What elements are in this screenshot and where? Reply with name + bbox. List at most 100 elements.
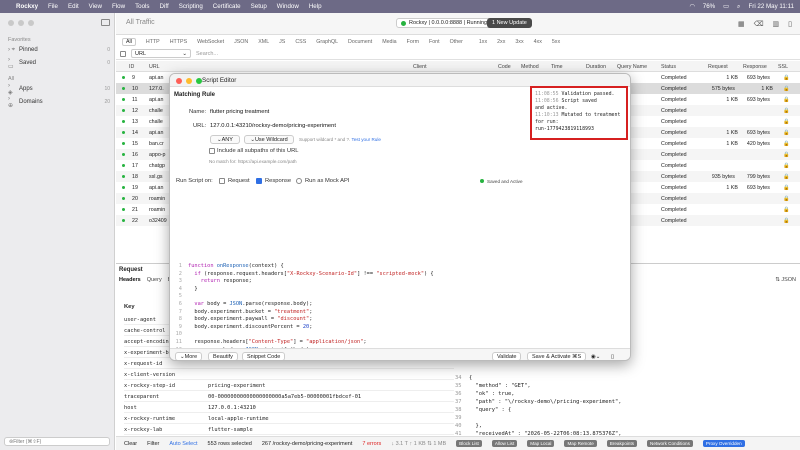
console-toggle-icon[interactable]: ▯ xyxy=(607,352,618,360)
sidebar-item-saved[interactable]: › ▭ Saved 0 xyxy=(8,57,110,70)
network-conditions-pill[interactable]: Network Conditions xyxy=(647,440,693,447)
filter-graphql[interactable]: GraphQL xyxy=(316,39,338,45)
minimize-button[interactable] xyxy=(18,20,24,26)
mock-api-radio[interactable] xyxy=(296,178,302,184)
spotlight-icon[interactable]: ⌕ xyxy=(737,3,740,11)
beautify-button[interactable]: Beautify xyxy=(208,352,238,360)
sidebar-item-pinned[interactable]: › ⌖ Pinned 0 xyxy=(8,45,110,55)
close-button[interactable] xyxy=(8,20,14,26)
filter-2xx[interactable]: 2xx xyxy=(497,39,505,45)
filter-4xx[interactable]: 4xx xyxy=(534,39,542,45)
filter-css[interactable]: CSS xyxy=(295,39,306,45)
visibility-toggle-icon[interactable]: ◉⌄ xyxy=(587,352,604,360)
search-input[interactable]: Search... xyxy=(196,51,218,57)
inspector-icon[interactable]: ▯ xyxy=(788,20,792,28)
subpaths-checkbox[interactable] xyxy=(209,148,215,154)
filter-5xx[interactable]: 5xx xyxy=(552,39,560,45)
trash-icon[interactable]: ⌫ xyxy=(754,20,764,28)
header-row[interactable]: traceparent 00-00000000000000000000a5a7eb… xyxy=(124,391,454,402)
layout-icon[interactable]: ▥ xyxy=(773,20,780,28)
filter-media[interactable]: Media xyxy=(382,39,396,45)
col-code[interactable]: Code xyxy=(498,64,511,70)
menu-certificate[interactable]: Certificate xyxy=(213,3,241,10)
filter-button[interactable]: Filter xyxy=(147,441,159,447)
menu-scripting[interactable]: Scripting xyxy=(179,3,203,10)
editor-close-button[interactable] xyxy=(176,78,182,84)
filter-xml[interactable]: XML xyxy=(258,39,269,45)
editor-minimize-button[interactable] xyxy=(186,78,192,84)
col-method[interactable]: Method xyxy=(521,64,539,70)
sidebar-item-apps[interactable]: › ◈ Apps 10 xyxy=(8,83,110,96)
validate-button[interactable]: Validate xyxy=(492,352,522,360)
filter-all[interactable]: All xyxy=(122,37,136,46)
filter-form[interactable]: Form xyxy=(407,39,419,45)
col-time[interactable]: Time xyxy=(551,64,563,70)
json-format-toggle[interactable]: ⇅ JSON xyxy=(775,277,796,283)
name-field[interactable]: flutter pricing treatment xyxy=(210,109,269,115)
menu-view[interactable]: View xyxy=(89,3,102,10)
filter-document[interactable]: Document xyxy=(348,39,372,45)
menu-edit[interactable]: Edit xyxy=(68,3,79,10)
filter-websocket[interactable]: WebSocket xyxy=(197,39,224,45)
menu-file[interactable]: File xyxy=(48,3,58,10)
col-status[interactable]: Status xyxy=(661,64,676,70)
allow-list-pill[interactable]: Allow List xyxy=(491,440,518,447)
filter-http[interactable]: HTTP xyxy=(146,39,160,45)
zoom-button[interactable] xyxy=(28,20,34,26)
map-remote-pill[interactable]: Map Remote xyxy=(564,440,597,447)
more-button[interactable]: ⌄ More xyxy=(175,352,203,360)
col-url[interactable]: URL xyxy=(149,64,160,70)
response-checkbox[interactable] xyxy=(256,178,262,184)
header-row[interactable]: x-rockxy-lab flutter-sample xyxy=(124,424,454,435)
header-row[interactable]: x-rockxy-runtime local-apple-runtime xyxy=(124,413,454,424)
sidebar-toggle-icon[interactable] xyxy=(101,19,110,26)
block-list-pill[interactable]: Block List xyxy=(456,440,482,447)
breakpoints-pill[interactable]: Breakpoints xyxy=(606,440,638,447)
col-duration[interactable]: Duration xyxy=(586,64,606,70)
search-field-select[interactable]: URL ⌄ xyxy=(131,49,191,58)
filter-other[interactable]: Other xyxy=(450,39,463,45)
wildcard-select[interactable]: ⌄ Use Wildcard xyxy=(244,135,294,144)
search-enable-checkbox[interactable] xyxy=(120,50,126,57)
wifi-icon[interactable]: ◠ xyxy=(689,3,694,10)
proxy-status[interactable]: Rockxy | 0.0.0.0:8888 | Running xyxy=(396,18,493,28)
header-row[interactable]: host 127.0.0.1:43210 xyxy=(124,402,454,413)
clock[interactable]: Fri 22 May 11:11 xyxy=(748,3,794,10)
code-editor[interactable]: 1 function onResponse(context) {2 if (res… xyxy=(174,263,628,360)
col-ssl[interactable]: SSL xyxy=(778,64,788,70)
method-select[interactable]: ⌄ ANY xyxy=(210,135,240,144)
proxy-overridden-pill[interactable]: Proxy Overridden xyxy=(702,440,745,447)
grid-icon[interactable]: ▦ xyxy=(738,20,745,28)
new-update-button[interactable]: 1 New Update xyxy=(487,18,532,28)
menu-help[interactable]: Help xyxy=(309,3,322,10)
filter-js[interactable]: JS xyxy=(279,39,285,45)
menu-app[interactable]: Rockxy xyxy=(16,3,38,10)
url-field[interactable]: 127.0.0.1:43210/rockxy-demo/pricing-expe… xyxy=(210,123,336,129)
menu-window[interactable]: Window xyxy=(277,3,299,10)
filter-https[interactable]: HTTPS xyxy=(170,39,187,45)
map-local-pill[interactable]: Map Local xyxy=(527,440,555,447)
auto-select-button[interactable]: Auto Select xyxy=(169,441,197,447)
request-checkbox[interactable] xyxy=(219,178,225,184)
save-activate-button[interactable]: Save & Activate ⌘S xyxy=(527,352,587,360)
header-row[interactable]: x-rockxy-step-id pricing-experiment xyxy=(124,380,454,391)
tab-headers[interactable]: Headers xyxy=(119,277,141,283)
filter-1xx[interactable]: 1xx xyxy=(479,39,487,45)
filter-font[interactable]: Font xyxy=(429,39,440,45)
filter-3xx[interactable]: 3xx xyxy=(515,39,523,45)
col-id[interactable]: ID xyxy=(129,64,134,70)
filter-json[interactable]: JSON xyxy=(234,39,248,45)
tab-query[interactable]: Query xyxy=(147,277,162,283)
col-request[interactable]: Request xyxy=(708,64,728,70)
snippet-code-button[interactable]: Snippet Code xyxy=(242,352,286,360)
sidebar-filter-input[interactable]: ⊜ Filter (⌘⇧F) xyxy=(4,437,110,446)
battery-icon[interactable]: ▭ xyxy=(723,3,729,10)
clear-button[interactable]: Clear xyxy=(124,441,137,447)
test-rule-link[interactable]: Test your Rule xyxy=(352,137,381,142)
menu-setup[interactable]: Setup xyxy=(251,3,267,10)
menu-flow[interactable]: Flow xyxy=(112,3,125,10)
menu-diff[interactable]: Diff xyxy=(160,3,169,10)
menu-tools[interactable]: Tools xyxy=(135,3,149,10)
sidebar-item-domains[interactable]: › ⊕ Domains 20 xyxy=(8,96,110,109)
battery-level[interactable]: 76% xyxy=(703,3,715,10)
